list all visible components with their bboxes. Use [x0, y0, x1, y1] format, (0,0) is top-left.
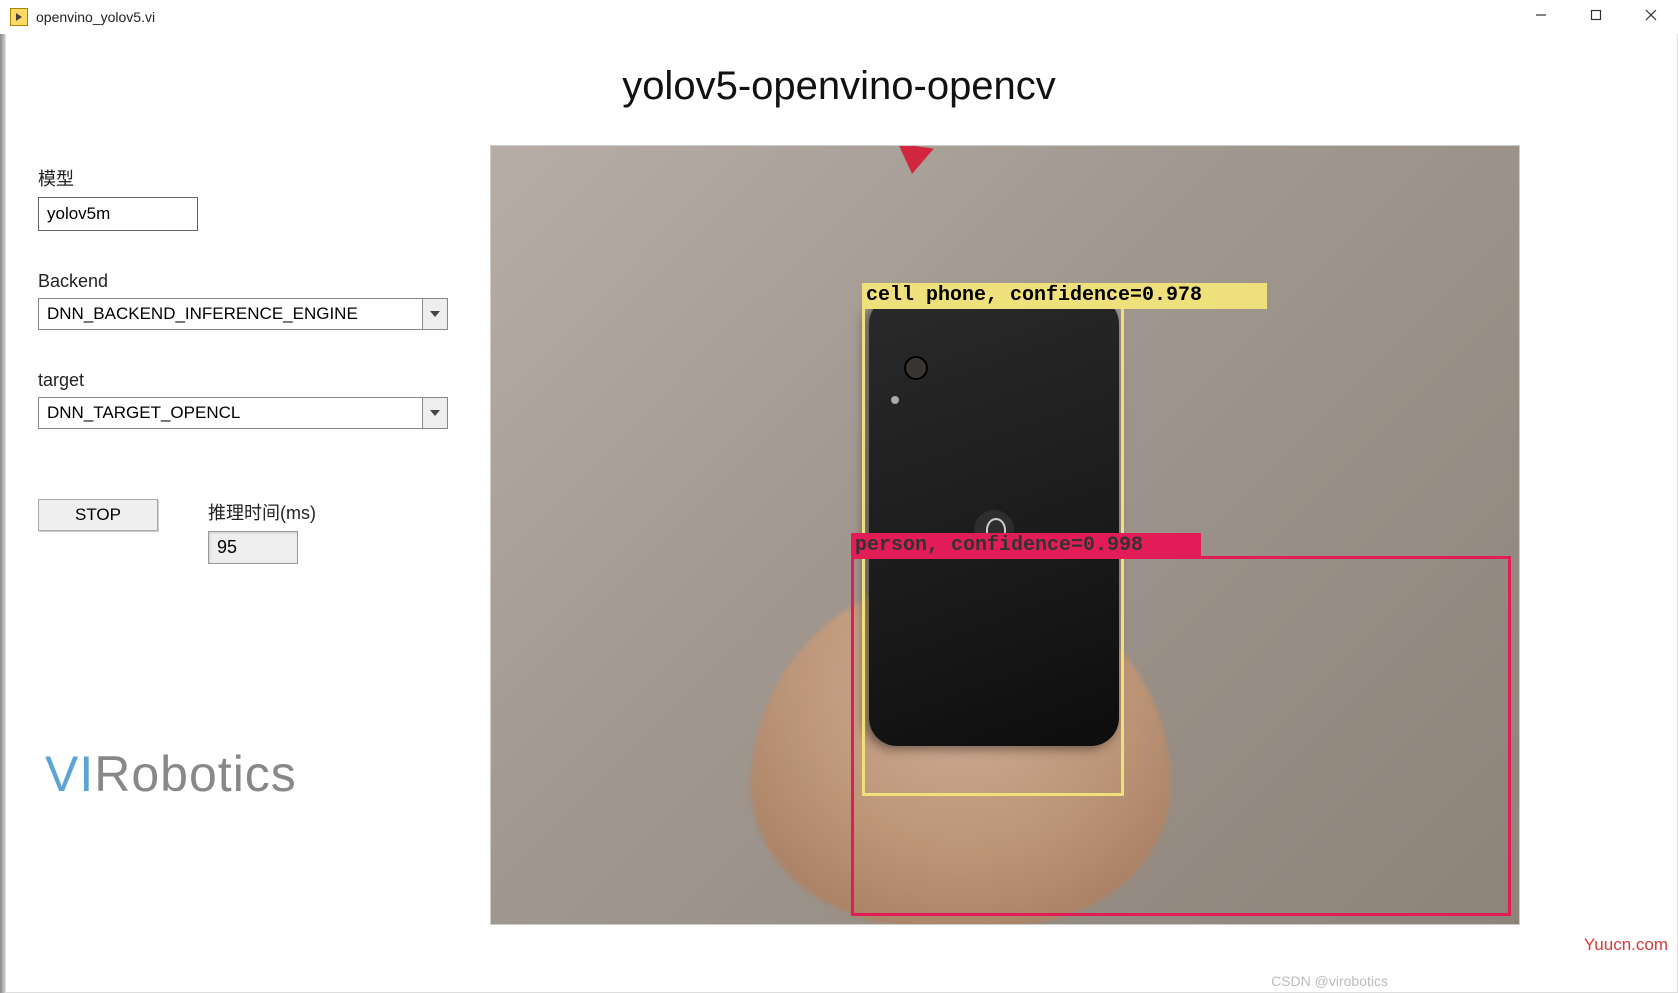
close-button[interactable]	[1623, 0, 1678, 30]
window-controls	[1513, 0, 1678, 30]
stop-button[interactable]: STOP	[38, 499, 158, 531]
page-title: yolov5-openvino-opencv	[0, 64, 1678, 109]
model-label: 模型	[38, 165, 398, 191]
chevron-down-icon	[430, 311, 440, 317]
video-viewport: cell phone, confidence=0.978 person, con…	[490, 145, 1520, 925]
backend-group: Backend DNN_BACKEND_INFERENCE_ENGINE	[38, 271, 398, 330]
detection-box-person: person, confidence=0.998	[851, 556, 1511, 916]
detection-label-cellphone: cell phone, confidence=0.978	[862, 283, 1267, 309]
timer-group: 推理时间(ms) 95	[208, 499, 316, 564]
titlebar[interactable]: openvino_yolov5.vi	[0, 0, 1678, 34]
virobotics-logo: VIRobotics	[45, 745, 297, 803]
target-dropdown-button[interactable]	[422, 397, 448, 429]
target-combo[interactable]: DNN_TARGET_OPENCL	[38, 397, 448, 429]
watermark-yuucn: Yuucn.com	[1584, 935, 1668, 955]
window-title: openvino_yolov5.vi	[36, 9, 155, 25]
backend-dropdown-button[interactable]	[422, 298, 448, 330]
target-label: target	[38, 370, 398, 391]
backend-combo[interactable]: DNN_BACKEND_INFERENCE_ENGINE	[38, 298, 448, 330]
content-area: 模型 Backend DNN_BACKEND_INFERENCE_ENGINE …	[0, 145, 1678, 993]
logo-rest: Robotics	[94, 746, 297, 802]
action-row: STOP 推理时间(ms) 95	[38, 499, 398, 564]
chevron-down-icon	[430, 410, 440, 416]
target-group: target DNN_TARGET_OPENCL	[38, 370, 398, 429]
timer-label: 推理时间(ms)	[208, 499, 316, 525]
model-input[interactable]	[38, 197, 198, 231]
timer-value: 95	[208, 531, 298, 564]
control-panel: 模型 Backend DNN_BACKEND_INFERENCE_ENGINE …	[38, 165, 398, 564]
target-value: DNN_TARGET_OPENCL	[38, 397, 422, 429]
maximize-button[interactable]	[1568, 0, 1623, 30]
detection-label-person: person, confidence=0.998	[851, 533, 1201, 559]
minimize-button[interactable]	[1513, 0, 1568, 30]
logo-i: I	[79, 746, 94, 802]
logo-v: V	[45, 746, 79, 802]
app-icon	[10, 8, 28, 26]
backend-value: DNN_BACKEND_INFERENCE_ENGINE	[38, 298, 422, 330]
backend-label: Backend	[38, 271, 398, 292]
red-triangle-decor	[896, 146, 956, 186]
model-group: 模型	[38, 165, 398, 231]
camera-scene: cell phone, confidence=0.978 person, con…	[491, 146, 1519, 924]
watermark-csdn: CSDN @virobotics	[1271, 973, 1388, 989]
